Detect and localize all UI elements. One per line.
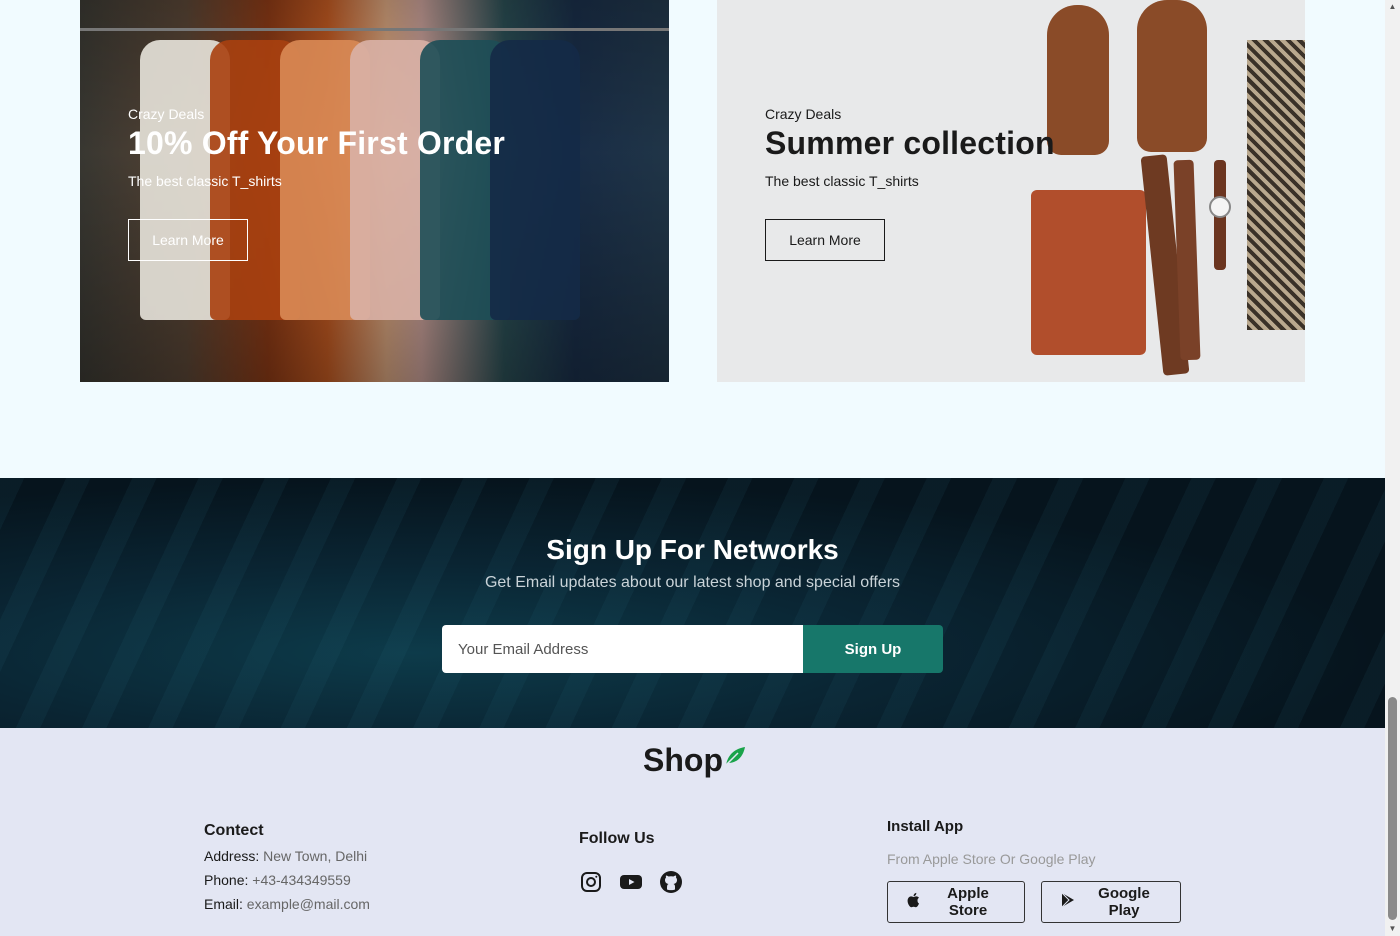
boot-right (1137, 0, 1207, 152)
github-icon[interactable] (659, 870, 683, 894)
logo-text: Shop (643, 742, 723, 778)
sign-up-button[interactable]: Sign Up (803, 625, 943, 673)
watch-face (1209, 196, 1231, 218)
email-value: example@mail.com (246, 896, 370, 912)
promo-banner-summer: Crazy Deals Summer collection The best c… (717, 0, 1305, 382)
email-input[interactable] (442, 625, 803, 673)
newsletter-form: Sign Up (442, 625, 943, 673)
newsletter-section: Sign Up For Networks Get Email updates a… (0, 478, 1385, 728)
email-label: Email: (204, 896, 243, 912)
follow-column: Follow Us (579, 830, 683, 894)
youtube-icon[interactable] (619, 870, 643, 894)
promo-text: Crazy Deals 10% Off Your First Order The… (128, 106, 506, 262)
promo-text: Crazy Deals Summer collection The best c… (765, 106, 1055, 262)
instagram-icon[interactable] (579, 870, 603, 894)
apple-icon (906, 892, 920, 912)
page-scrollbar[interactable]: ▲ ▼ (1385, 0, 1400, 936)
deal-title: 10% Off Your First Order (128, 125, 506, 161)
shop-logo[interactable]: Shop (643, 742, 746, 779)
promo-banner-tshirts: Crazy Deals 10% Off Your First Order The… (80, 0, 669, 382)
install-app-title: Install App (887, 818, 964, 835)
social-icons (579, 870, 683, 894)
address-value: New Town, Delhi (263, 848, 368, 864)
email-line: Email: example@mail.com (204, 896, 370, 912)
store-buttons: Apple Store Google Play (887, 881, 1181, 923)
promo-banners: Crazy Deals 10% Off Your First Order The… (0, 0, 1385, 478)
contact-title: Contect (204, 822, 264, 839)
contact-column: Contect Address: New Town, Delhi Phone: … (204, 822, 370, 912)
leaf-icon (724, 738, 746, 775)
address-label: Address: (204, 848, 260, 864)
deal-subtitle: The best classic T_shirts (765, 173, 919, 190)
deal-label: Crazy Deals (128, 106, 205, 122)
scroll-thumb[interactable] (1388, 697, 1397, 920)
address-line: Address: New Town, Delhi (204, 848, 370, 864)
deal-label: Crazy Deals (765, 106, 842, 122)
newsletter-title: Sign Up For Networks (546, 534, 839, 565)
install-app-subtitle: From Apple Store Or Google Play (887, 851, 1096, 867)
follow-title: Follow Us (579, 830, 655, 847)
deal-title: Summer collection (765, 125, 1055, 161)
apple-store-label: Apple Store (947, 885, 989, 919)
footer: Shop Contect Address: New Town, Delhi Ph… (0, 728, 1385, 936)
google-play-label: Google Play (1098, 885, 1150, 919)
phone-line: Phone: +43-434349559 (204, 872, 370, 888)
newsletter-subtitle: Get Email updates about our latest shop … (484, 574, 901, 591)
scroll-down-arrow[interactable]: ▼ (1388, 925, 1397, 933)
google-play-button[interactable]: Google Play (1041, 881, 1181, 923)
learn-more-button[interactable]: Learn More (128, 219, 248, 262)
boot-left (1047, 5, 1109, 155)
phone-label: Phone: (204, 872, 249, 888)
apple-store-button[interactable]: Apple Store (887, 881, 1025, 923)
google-play-icon (1060, 892, 1076, 912)
deal-subtitle: The best classic T_shirts (128, 173, 282, 190)
learn-more-button[interactable]: Learn More (765, 219, 885, 262)
sweater (1247, 40, 1305, 330)
clothes-rail (80, 28, 669, 31)
phone-value: +43-434349559 (252, 872, 351, 888)
scroll-up-arrow[interactable]: ▲ (1388, 3, 1397, 11)
install-app-column: Install App From Apple Store Or Google P… (887, 818, 1181, 923)
